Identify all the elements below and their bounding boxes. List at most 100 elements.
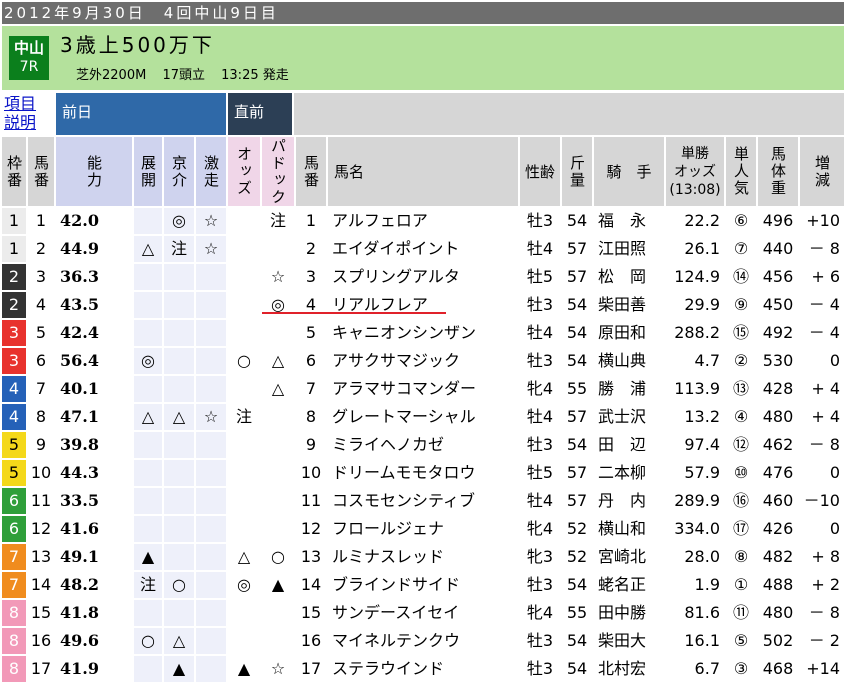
cell-horse-name[interactable]: フロールジェナ: [328, 516, 518, 542]
cell-odds: [228, 292, 260, 318]
table-row: 1 2 44.9 △ 注 ☆ 2 エイダイポイント 牡4 57 江田照 26.1 ⑦ 440 － 8: [0, 236, 846, 262]
cell-jockey: 田 辺: [594, 432, 664, 458]
cell-waku: 2: [2, 264, 26, 290]
cell-ability: 56.4: [56, 348, 132, 374]
cell-waku: 4: [2, 404, 26, 430]
cell-ninki: ⑥: [726, 208, 756, 234]
cell-horse-name[interactable]: エイダイポイント: [328, 236, 518, 262]
cell-sexage: 牡3: [520, 208, 560, 234]
cell-horse-name[interactable]: コスモセンシティブ: [328, 488, 518, 514]
cell-kyosuke: [164, 432, 194, 458]
cell-sexage: 牡4: [520, 404, 560, 430]
cell-kyosuke: △: [164, 404, 194, 430]
section-spacer: [294, 93, 844, 135]
cell-odds: [228, 208, 260, 234]
cell-kinryo: 54: [562, 432, 592, 458]
cell-tenkai: [134, 320, 162, 346]
cell-gekiso: [196, 292, 226, 318]
cell-paddock: [262, 404, 294, 430]
cell-horse-name[interactable]: ブラインドサイド: [328, 572, 518, 598]
cell-tenkai: [134, 516, 162, 542]
cell-uma: 2: [28, 236, 54, 262]
cell-horse-name[interactable]: キャニオンシンザン: [328, 320, 518, 346]
cell-waku: 8: [2, 656, 26, 682]
cell-diff: －10: [800, 488, 844, 514]
cell-gekiso: [196, 320, 226, 346]
race-header: 中山 7R 3歳上500万下 芝外2200M 17頭立 13:25 発走: [2, 26, 844, 90]
header-sexage: 性齢: [520, 137, 560, 206]
cell-horse-name[interactable]: グレートマーシャル: [328, 404, 518, 430]
header-uma-2: 馬番: [296, 137, 326, 206]
cell-ninki: ⑧: [726, 544, 756, 570]
cell-tenkai: [134, 208, 162, 234]
cell-tan-odds: 1.9: [666, 572, 724, 598]
cell-horse-name[interactable]: ステラウインド: [328, 656, 518, 682]
cell-uma-2: 10: [296, 460, 326, 486]
cell-waku: 7: [2, 544, 26, 570]
table-row: 4 8 47.1 △ △ ☆ 注 8 グレートマーシャル 牡4 57 武士沢 13.2 ④ 480 + 4: [0, 404, 846, 430]
cell-horse-name[interactable]: サンデースイセイ: [328, 600, 518, 626]
cell-gekiso: ☆: [196, 208, 226, 234]
cell-waku: 8: [2, 600, 26, 626]
cell-horse-name[interactable]: ルミナスレッド: [328, 544, 518, 570]
cell-horse-name[interactable]: アサクサマジック: [328, 348, 518, 374]
cell-horse-name[interactable]: ドリームモモタロウ: [328, 460, 518, 486]
cell-horse-name[interactable]: スプリングアルタ: [328, 264, 518, 290]
cell-odds: [228, 432, 260, 458]
cell-uma-2: 9: [296, 432, 326, 458]
table-row: 2 4 43.5 ◎ 4 リアルフレア 牡3 54 柴田善 29.9 ⑨ 450 － 4: [0, 292, 846, 318]
cell-sexage: 牡3: [520, 628, 560, 654]
cell-horse-name[interactable]: アルフェロア: [328, 208, 518, 234]
cell-sexage: 牡3: [520, 348, 560, 374]
cell-ninki: ⑫: [726, 432, 756, 458]
cell-diff: 0: [800, 460, 844, 486]
cell-weight: 480: [758, 404, 798, 430]
cell-gekiso: [196, 264, 226, 290]
cell-uma-2: 16: [296, 628, 326, 654]
header-odds: オッズ: [228, 137, 260, 206]
cell-horse-name[interactable]: リアルフレア: [328, 292, 518, 318]
cell-tan-odds: 16.1: [666, 628, 724, 654]
cell-uma-2: 5: [296, 320, 326, 346]
cell-diff: － 4: [800, 320, 844, 346]
cell-weight: 496: [758, 208, 798, 234]
cell-jockey: 北村宏: [594, 656, 664, 682]
cell-uma-2: 1: [296, 208, 326, 234]
column-help-link[interactable]: 項目 説明: [4, 94, 46, 132]
cell-odds: [228, 320, 260, 346]
cell-sexage: 牡5: [520, 264, 560, 290]
cell-kyosuke: [164, 292, 194, 318]
cell-paddock: [262, 628, 294, 654]
cell-odds: [228, 376, 260, 402]
cell-uma-2: 17: [296, 656, 326, 682]
cell-paddock: △: [262, 376, 294, 402]
cell-horse-name[interactable]: マイネルテンクウ: [328, 628, 518, 654]
cell-odds: 注: [228, 404, 260, 430]
cell-odds: ○: [228, 348, 260, 374]
cell-weight: 492: [758, 320, 798, 346]
cell-tan-odds: 124.9: [666, 264, 724, 290]
cell-weight: 488: [758, 572, 798, 598]
cell-waku: 6: [2, 488, 26, 514]
cell-uma-2: 11: [296, 488, 326, 514]
cell-ninki: ⑤: [726, 628, 756, 654]
cell-uma-2: 3: [296, 264, 326, 290]
cell-paddock: ☆: [262, 656, 294, 682]
cell-gekiso: [196, 488, 226, 514]
cell-tan-odds: 57.9: [666, 460, 724, 486]
cell-uma: 9: [28, 432, 54, 458]
cell-horse-name[interactable]: アラマサコマンダー: [328, 376, 518, 402]
cell-gekiso: ☆: [196, 236, 226, 262]
cell-odds: [228, 628, 260, 654]
table-row: 2 3 36.3 ☆ 3 スプリングアルタ 牡5 57 松 岡 124.9 ⑭ 456 + 6: [0, 264, 846, 290]
cell-gekiso: [196, 628, 226, 654]
header-uma: 馬番: [28, 137, 54, 206]
cell-tenkai: [134, 488, 162, 514]
cell-paddock: ▲: [262, 572, 294, 598]
header-kyosuke: 京介: [164, 137, 194, 206]
cell-ninki: ③: [726, 656, 756, 682]
table-row: 1 1 42.0 ◎ ☆ 注 1 アルフェロア 牡3 54 福 永 22.2 ⑥ 496 +10: [0, 208, 846, 234]
cell-uma: 5: [28, 320, 54, 346]
cell-jockey: 武士沢: [594, 404, 664, 430]
cell-horse-name[interactable]: ミライヘノカゼ: [328, 432, 518, 458]
